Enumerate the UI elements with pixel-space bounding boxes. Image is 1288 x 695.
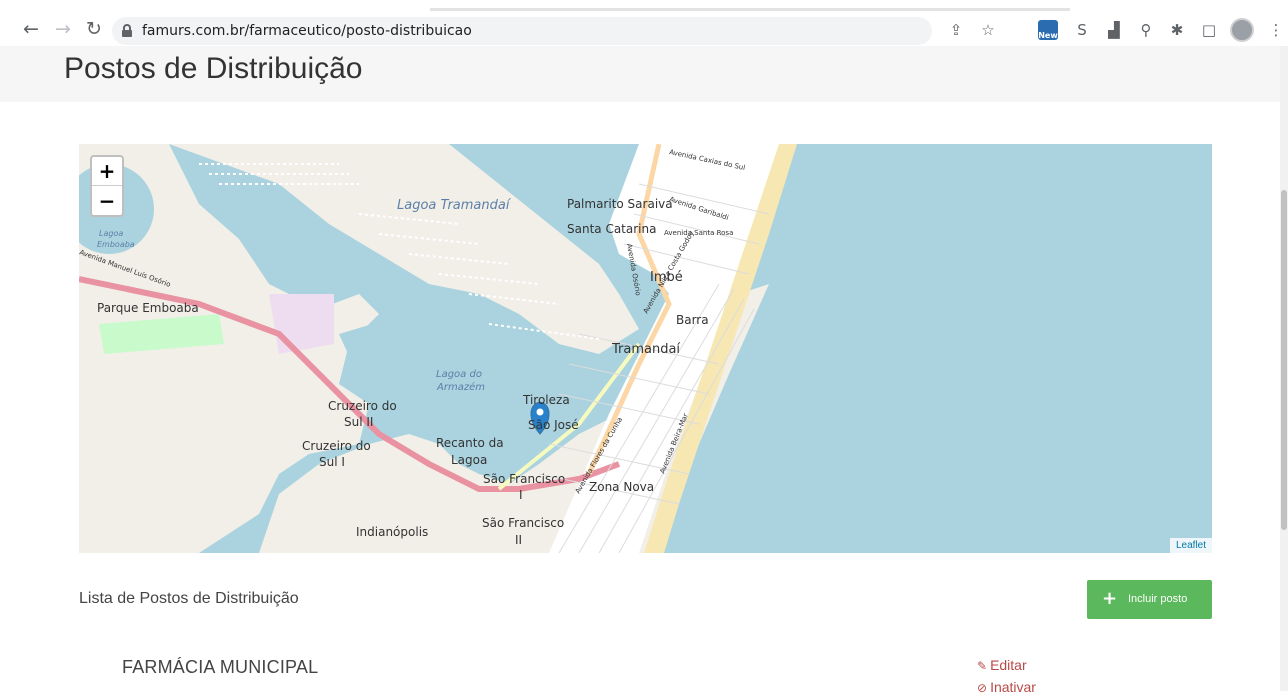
map-label: Cruzeiro do (328, 399, 397, 413)
deactivate-label: Inativar (990, 679, 1036, 695)
forward-arrow-icon[interactable]: → (52, 18, 74, 40)
signal-extension-icon[interactable]: ▟ (1104, 20, 1124, 40)
share-icon[interactable]: ⇪ (946, 20, 966, 40)
map-label: Barra (676, 313, 709, 327)
map-label: Sul II (344, 415, 373, 429)
menu-kebab-icon[interactable]: ⋮ (1266, 20, 1286, 40)
map-label: Lagoa (451, 453, 487, 467)
map-label: São Francisco (482, 516, 564, 530)
map-label: São Francisco (483, 472, 565, 486)
map-label: Tiroleza (522, 393, 570, 407)
back-arrow-icon[interactable]: ← (20, 18, 42, 40)
map-tiles: Lagoa Tramandaí Palmarito Saraiva Santa … (79, 144, 797, 553)
zoom-control: + − (90, 155, 124, 217)
plus-icon: + (1102, 588, 1118, 609)
location-extension-icon[interactable]: ⚲ (1136, 20, 1156, 40)
url-text: famurs.com.br/farmaceutico/posto-distrib… (142, 23, 472, 39)
map-label: São José (528, 418, 579, 432)
add-post-button[interactable]: + Incluir posto (1087, 580, 1212, 619)
map-label: II (515, 533, 522, 547)
page-title: Postos de Distribuição (64, 52, 363, 85)
map-label: Parque Emboaba (97, 301, 199, 315)
map-view[interactable]: Lagoa Tramandaí Palmarito Saraiva Santa … (79, 144, 1212, 553)
map-label: Recanto da (436, 436, 504, 450)
address-bar[interactable]: famurs.com.br/farmaceutico/posto-distrib… (112, 17, 995, 45)
add-post-label: Incluir posto (1128, 593, 1188, 605)
map-label: Zona Nova (589, 480, 654, 494)
profile-avatar[interactable] (1230, 18, 1254, 42)
side-panel-icon[interactable]: □ (1199, 20, 1219, 40)
map-label: Tramandaí (611, 342, 680, 357)
bookmark-star-icon[interactable]: ☆ (978, 20, 998, 40)
leaflet-attribution-link[interactable]: Leaflet (1170, 538, 1212, 553)
map-label: Emboaba (97, 240, 135, 249)
edit-link[interactable]: ✎ Editar (977, 657, 1027, 673)
eye-slash-icon: ⊘ (977, 681, 988, 695)
map-label: Armazém (436, 381, 485, 393)
pencil-icon: ✎ (977, 659, 988, 673)
lock-icon (122, 24, 132, 37)
map-label: I (519, 488, 523, 502)
reload-icon[interactable]: ↻ (83, 18, 105, 40)
map-label: Palmarito Saraiva (567, 197, 673, 211)
map-label: Sul I (319, 455, 345, 469)
map-label: Lagoa Tramandaí (397, 198, 512, 213)
scrollbar-thumb[interactable] (1281, 190, 1287, 530)
map-label: Cruzeiro do (302, 439, 371, 453)
deactivate-link[interactable]: ⊘ Inativar (977, 679, 1036, 695)
post-name: FARMÁCIA MUNICIPAL (122, 657, 319, 677)
puzzle-extensions-icon[interactable]: ✱ (1167, 20, 1187, 40)
zoom-out-button[interactable]: − (92, 187, 122, 216)
map-label: Avenida Santa Rosa (664, 229, 733, 237)
map-label: Indianópolis (356, 525, 428, 539)
map-label: Lagoa do (436, 369, 482, 380)
map-label: Lagoa (99, 229, 123, 238)
skype-extension-icon[interactable]: S (1072, 20, 1092, 40)
map-label: Santa Catarina (567, 222, 656, 236)
tab-strip-line (430, 8, 1070, 11)
new-extension-icon[interactable]: New (1038, 20, 1058, 40)
list-title: Lista de Postos de Distribuição (79, 590, 299, 607)
zoom-in-button[interactable]: + (92, 157, 122, 186)
edit-label: Editar (990, 657, 1027, 673)
